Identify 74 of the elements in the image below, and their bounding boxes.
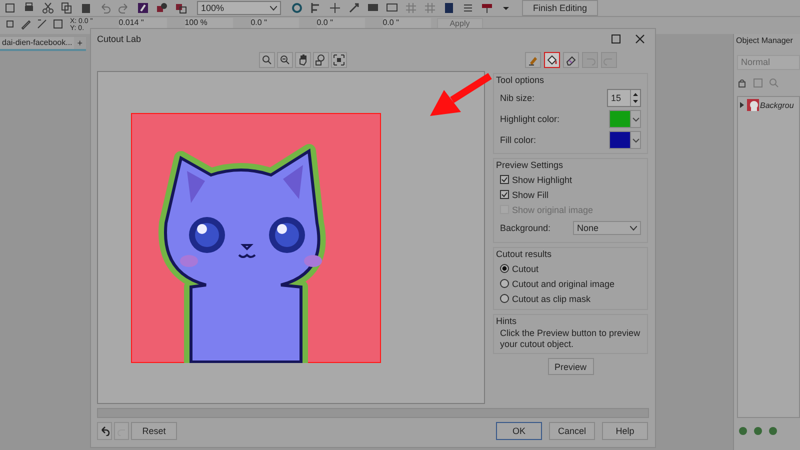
stepper-arrows-icon[interactable]	[630, 90, 640, 106]
crosshair-icon[interactable]	[329, 2, 341, 14]
dialog-button[interactable]: Help	[602, 422, 648, 440]
dropdown-caret-icon[interactable]	[630, 132, 640, 148]
pointer-arrow	[430, 73, 492, 116]
value-field[interactable]: 0.0 "	[316, 18, 365, 28]
group-title: Tool options	[496, 75, 546, 85]
field-label: Fill color:	[500, 134, 536, 144]
document-tab[interactable]: dai-dien-facebook...	[0, 37, 74, 49]
field-label: Background:	[500, 223, 551, 233]
undo-icon[interactable]	[97, 422, 112, 440]
list-icon[interactable]	[462, 2, 474, 14]
copy-icon[interactable]	[61, 2, 73, 14]
zoom-out-icon[interactable]	[277, 52, 293, 68]
eraser-icon[interactable]	[563, 52, 579, 68]
document-icon[interactable]	[443, 2, 455, 14]
field-label: Nib size:	[500, 92, 535, 102]
zoom-in-icon[interactable]	[259, 52, 275, 68]
group-title: Preview Settings	[496, 160, 564, 170]
preview-button[interactable]: Preview	[548, 358, 594, 375]
bounding-box-icon[interactable]	[52, 18, 64, 30]
value-field[interactable]: 0.0 "	[250, 18, 299, 28]
expand-icon[interactable]	[738, 101, 746, 109]
dropdown-caret-icon[interactable]	[630, 110, 640, 126]
layer-name[interactable]: Backgrou	[760, 100, 794, 110]
dialog-title: Cutout Lab	[97, 34, 142, 44]
checkbox[interactable]	[500, 190, 509, 199]
group-title: Cutout results	[496, 249, 553, 259]
value-field[interactable]: 0.0 "	[382, 18, 431, 28]
radio-button[interactable]	[500, 279, 509, 288]
background-dropdown[interactable]: None	[573, 221, 641, 235]
radio-button[interactable]	[500, 294, 509, 303]
color-swatch[interactable]	[610, 132, 630, 148]
zoom-selection-icon[interactable]	[313, 52, 329, 68]
radio-label: Cutout	[512, 264, 539, 274]
lock-icon[interactable]	[737, 78, 747, 88]
thumbnail-icon	[747, 99, 759, 111]
caret-icon	[270, 6, 277, 10]
flag-icon[interactable]	[481, 2, 493, 14]
shapes-icon[interactable]	[156, 2, 168, 14]
paint-bucket-icon[interactable]	[544, 52, 560, 68]
checkbox-label: Show Fill	[512, 190, 549, 200]
color-swatch[interactable]	[610, 110, 630, 126]
node-icon[interactable]	[4, 18, 16, 30]
add-tab-button[interactable]: +	[74, 37, 86, 49]
radio-label: Cutout and original image	[512, 278, 615, 288]
hint-text: Click the Preview button to preview your cutout object.	[500, 328, 641, 350]
checkbox-label: Show Highlight	[512, 174, 572, 184]
nib-size-spinner[interactable]: 15	[607, 88, 641, 106]
hand-icon[interactable]	[295, 52, 311, 68]
group-title: Hints	[496, 316, 518, 326]
scissors-icon[interactable]	[42, 2, 54, 14]
checkbox-label: Show original image	[512, 204, 594, 214]
finish-editing-button[interactable]: Finish Editing	[522, 0, 598, 16]
dialog-button[interactable]: Cancel	[549, 422, 595, 440]
radio-button[interactable]	[500, 264, 509, 273]
align-icon[interactable]	[310, 2, 322, 14]
panel-title: Object Manager	[735, 36, 794, 45]
maximize-icon[interactable]	[611, 34, 621, 44]
value-field[interactable]: 0.014 "	[118, 18, 167, 28]
shapes-icon[interactable]	[175, 2, 187, 14]
app-icon[interactable]	[137, 2, 149, 14]
value-field[interactable]: 100 %	[184, 18, 233, 28]
field-label: Highlight color:	[500, 114, 560, 124]
dialog-button[interactable]: OK	[496, 422, 542, 440]
checkbox[interactable]	[500, 175, 509, 184]
radio-label: Cutout as clip mask	[512, 294, 591, 304]
zoom-dropdown[interactable]: 100%	[197, 1, 281, 15]
reset-button[interactable]: Reset	[131, 422, 177, 440]
caret-icon	[630, 226, 637, 230]
fit-icon[interactable]	[331, 52, 347, 68]
square-icon[interactable]	[4, 2, 16, 14]
close-icon[interactable]	[635, 34, 645, 44]
printer-icon[interactable]	[23, 2, 35, 14]
